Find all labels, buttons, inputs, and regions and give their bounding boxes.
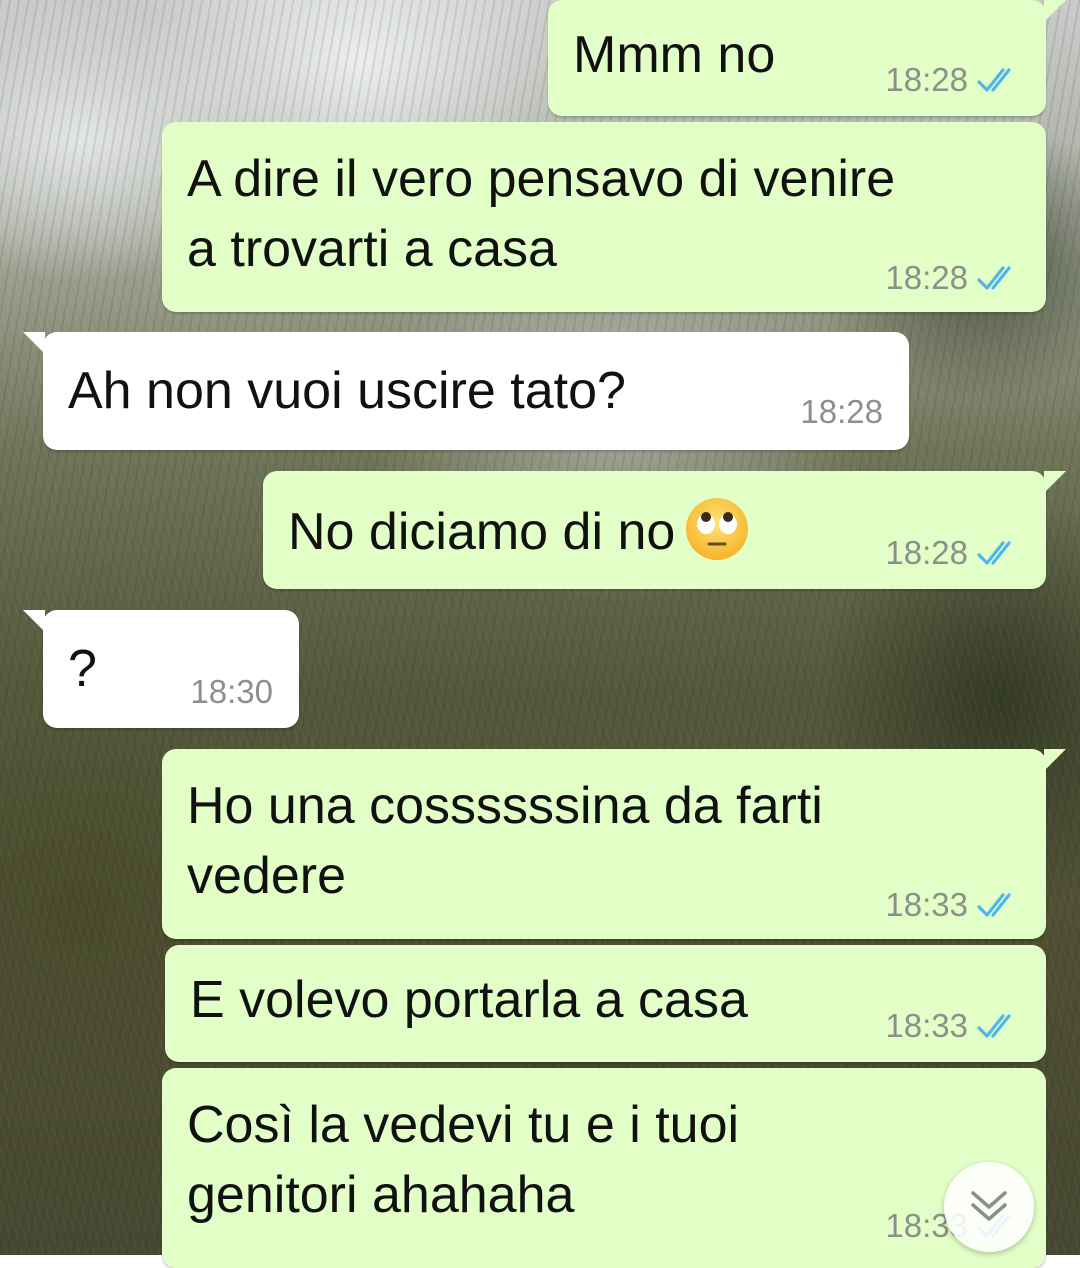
message-text: A dire il vero pensavo di venire a trova… (187, 150, 896, 278)
message-meta: 18:28 (885, 260, 1022, 296)
message-text: Ho una cossssssina da farti vedere (187, 777, 823, 905)
outgoing-message-bubble[interactable]: No diciamo di no 18:28 (263, 471, 1066, 589)
double-check-icon (977, 266, 1011, 290)
message-text: Ah non vuoi uscire tato? (68, 362, 626, 420)
incoming-message-bubble[interactable]: Ah non vuoi uscire tato? 18:28 (23, 332, 909, 450)
message-time: 18:28 (885, 61, 968, 98)
scroll-to-bottom-button[interactable] (944, 1162, 1034, 1252)
message-time: 18:33 (885, 886, 968, 923)
incoming-message-bubble[interactable]: ? 18:30 (23, 610, 299, 728)
message-meta: 18:33 (885, 1008, 1022, 1044)
face-with-rolling-eyes-icon (686, 498, 749, 560)
double-check-icon (977, 893, 1011, 917)
message-text-content: No diciamo di no (288, 503, 676, 561)
message-meta: 18:28 (800, 394, 883, 430)
message-meta: 18:28 (885, 535, 1022, 571)
message-time: 18:28 (800, 393, 883, 430)
message-time: 18:28 (885, 259, 968, 296)
message-meta: 18:30 (190, 674, 273, 710)
double-check-icon (977, 68, 1011, 92)
message-text: Mmm no (573, 26, 776, 84)
message-meta: 18:33 (885, 887, 1022, 923)
double-check-icon (977, 541, 1011, 565)
double-check-icon (977, 1014, 1011, 1038)
message-text: ? (68, 640, 97, 698)
message-text: No diciamo di no (288, 495, 751, 567)
message-text: Così la vedevi tu e i tuoi genitori ahah… (187, 1096, 740, 1224)
message-meta: 18:28 (885, 62, 1022, 98)
outgoing-message-bubble[interactable]: Mmm no 18:28 (548, 0, 1066, 116)
message-time: 18:28 (885, 534, 968, 571)
outgoing-message-bubble[interactable]: Così la vedevi tu e i tuoi genitori ahah… (162, 1068, 1046, 1268)
outgoing-message-bubble[interactable]: Ho una cossssssina da farti vedere 18:33 (162, 749, 1066, 939)
message-time: 18:30 (190, 673, 273, 710)
double-chevron-down-icon (971, 1191, 1007, 1221)
outgoing-message-bubble[interactable]: E volevo portarla a casa 18:33 (165, 945, 1046, 1062)
message-text: E volevo portarla a casa (190, 971, 748, 1029)
outgoing-message-bubble[interactable]: A dire il vero pensavo di venire a trova… (162, 122, 1046, 312)
message-time: 18:33 (885, 1007, 968, 1044)
